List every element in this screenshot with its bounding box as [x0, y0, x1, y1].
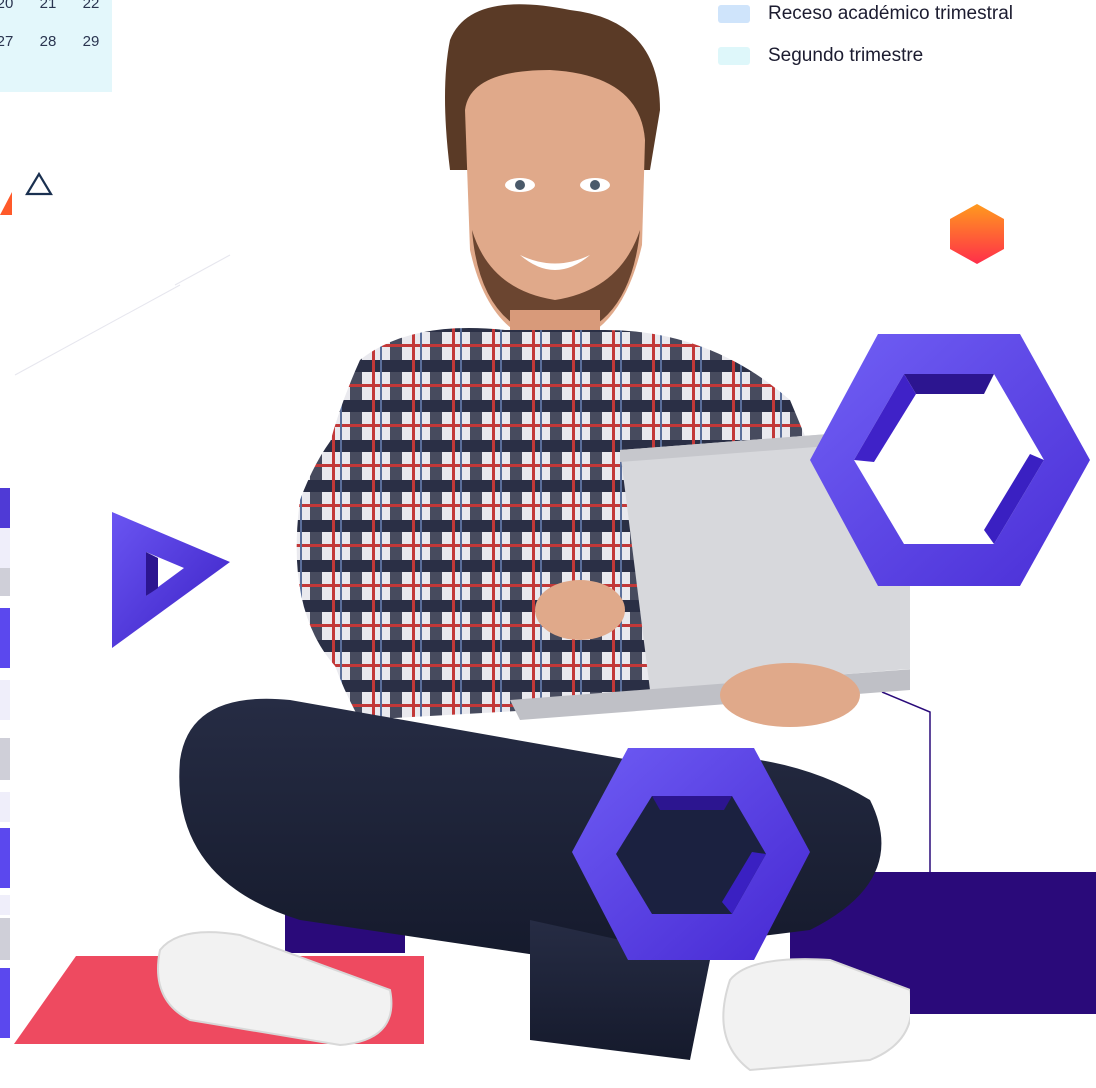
- table-strip: [0, 738, 10, 780]
- table-strip: [0, 792, 10, 822]
- purple-hexagon-icon: [572, 748, 810, 960]
- calendar-week-row: 20 21 22: [0, 0, 112, 21]
- calendar-day[interactable]: 20: [0, 0, 20, 12]
- calendar-fragment: 20 21 22 27 28 29: [0, 0, 112, 92]
- calendar-day[interactable]: 21: [33, 0, 63, 12]
- table-strip: [0, 608, 10, 668]
- outline-triangle-icon: [0, 171, 53, 215]
- calendar-week-row: 27 28 29: [0, 33, 112, 59]
- table-strip: [0, 528, 10, 568]
- orange-hexagon-icon: [950, 204, 1004, 264]
- calendar-day[interactable]: 22: [76, 0, 106, 12]
- table-strip: [0, 895, 10, 915]
- table-strip: [0, 918, 10, 960]
- calendar-day[interactable]: 27: [0, 33, 20, 50]
- table-strip: [0, 968, 10, 1038]
- table-strip: [0, 568, 10, 596]
- table-strip: [0, 828, 10, 888]
- table-strip: [0, 680, 10, 720]
- calendar-day[interactable]: 29: [76, 33, 106, 50]
- purple-hexagon-icon: [810, 334, 1090, 586]
- calendar-day[interactable]: 28: [33, 33, 63, 50]
- table-strip: [0, 488, 10, 528]
